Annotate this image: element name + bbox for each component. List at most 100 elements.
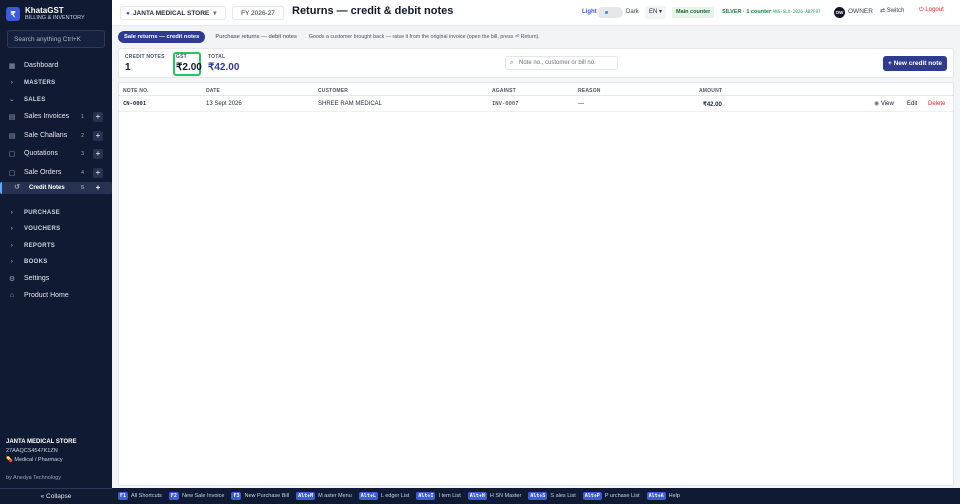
total-stat-label: TOTAL bbox=[208, 54, 226, 60]
page-title: Returns — credit & debit notes bbox=[292, 5, 454, 17]
notes-search-input[interactable]: ⌕ Note no., customer or bill no. bbox=[505, 56, 618, 70]
order-icon: ▢ bbox=[8, 169, 16, 177]
sidebar-item-credit-notes[interactable]: ↺ Credit Notes 5 + bbox=[0, 182, 112, 194]
shortcut-key[interactable]: F1 bbox=[118, 492, 129, 500]
switch-button[interactable]: ⇄ Switch bbox=[880, 7, 904, 14]
sidebar-item-settings[interactable]: ⚙ Settings bbox=[0, 270, 112, 287]
reason-cell: — bbox=[578, 101, 584, 107]
sidebar-group-sales[interactable]: ⌄ SALES bbox=[0, 91, 112, 108]
shortcut-key[interactable]: F3 bbox=[231, 492, 242, 500]
tab-sale-returns[interactable]: Sale returns — credit notes bbox=[118, 30, 206, 43]
return-icon: ↺ bbox=[14, 184, 20, 191]
sidebar-group-purchase[interactable]: › PURCHASE bbox=[0, 204, 112, 221]
sidebar-group-reports[interactable]: › REPORTS bbox=[0, 237, 112, 254]
sidebar-item-sales-invoices[interactable]: ▤ Sales Invoices 1 + bbox=[0, 108, 112, 125]
sidebar-item-label: Sale Orders bbox=[24, 169, 62, 176]
plan-label: SILVER · 1 counter bbox=[722, 9, 772, 15]
store-info: JANTA MEDICAL STORE 27AAQCS4547K1ZN 💊 Me… bbox=[6, 438, 76, 465]
brand-title: KhataGST bbox=[25, 6, 64, 15]
shortcut-label: New Purchase Bill bbox=[244, 493, 290, 499]
delete-button[interactable]: Delete bbox=[925, 98, 948, 110]
shortcut-label: H SN Master bbox=[489, 493, 522, 499]
total-stat-value: ₹42.00 bbox=[208, 62, 240, 73]
shortcut-key[interactable]: F2 bbox=[168, 492, 179, 500]
counter-badge[interactable]: Main counter bbox=[672, 7, 715, 18]
sidebar-group-label: REPORTS bbox=[24, 242, 56, 249]
chevron-right-icon: › bbox=[10, 209, 14, 216]
sidebar-search-input[interactable]: Search anything Ctrl+K bbox=[7, 30, 105, 48]
shortcut-label: L edger List bbox=[380, 493, 410, 499]
sidebar-group-books[interactable]: › BOOKS bbox=[0, 253, 112, 270]
chevron-right-icon: › bbox=[10, 225, 14, 232]
logout-label: Logout bbox=[925, 7, 944, 13]
sidebar-item-label: Settings bbox=[24, 275, 50, 282]
view-button[interactable]: ◉ View bbox=[871, 98, 897, 110]
add-sale-order-button[interactable]: + bbox=[93, 167, 103, 178]
store-selector[interactable]: ● JANTA MEDICAL STORE ▾ bbox=[120, 6, 226, 20]
sidebar-group-label: SALES bbox=[24, 96, 46, 103]
sidebar-item-dashboard[interactable]: ▦ Dashboard bbox=[0, 57, 112, 74]
sidebar-item-label: Product Home bbox=[24, 292, 69, 299]
count-badge: 3 bbox=[80, 150, 84, 157]
sidebar-group-vouchers[interactable]: › VOUCHERS bbox=[0, 220, 112, 237]
quotation-icon: ▢ bbox=[8, 150, 16, 158]
fy-selector[interactable]: FY 2026-27 bbox=[232, 6, 284, 20]
date-cell: 13 Sept 2026 bbox=[206, 101, 242, 107]
gstin: 27AAQCS4547K1ZN bbox=[6, 448, 58, 454]
brand: ₹ KhataGST BILLING & INVENTORY bbox=[6, 6, 85, 22]
new-credit-note-button[interactable]: + New credit note bbox=[883, 56, 947, 71]
avatar[interactable]: OW bbox=[834, 7, 845, 18]
hint-text: Goods a customer brought back — raise it… bbox=[308, 33, 540, 40]
topbar: ● JANTA MEDICAL STORE ▾ FY 2026-27 Retur… bbox=[112, 0, 960, 26]
store-category: Medical / Pharmacy bbox=[14, 457, 63, 463]
shortcut-key[interactable]: Alt+S bbox=[528, 492, 548, 500]
add-quotation-button[interactable]: + bbox=[93, 148, 103, 159]
shortcut-label: I tem List bbox=[438, 493, 461, 499]
shortcut-key[interactable]: Alt+I bbox=[416, 492, 436, 500]
store-name: JANTA MEDICAL STORE bbox=[6, 439, 77, 445]
tab-purchase-returns[interactable]: Purchase returns — debit notes bbox=[209, 31, 303, 43]
shortcut-label: Help bbox=[668, 493, 680, 499]
column-header-date: DATE bbox=[206, 88, 221, 94]
sidebar-item-quotations[interactable]: ▢ Quotations 3 + bbox=[0, 145, 112, 162]
count-badge: 2 bbox=[80, 132, 84, 139]
count-badge: 1 bbox=[80, 113, 84, 120]
shortcut-label: New Sale Invoice bbox=[181, 493, 225, 499]
chevron-right-icon: › bbox=[10, 79, 14, 86]
shortcut-key[interactable]: Alt+L bbox=[358, 492, 378, 500]
shortcut-key[interactable]: Alt+M bbox=[296, 492, 316, 500]
column-header-note-no: NOTE NO. bbox=[123, 88, 149, 94]
role-label: OWNER bbox=[848, 8, 873, 15]
sidebar-item-product-home[interactable]: ⌂ Product Home bbox=[0, 287, 112, 304]
language-select[interactable]: EN ▾ bbox=[645, 6, 667, 19]
dot-icon: ● bbox=[126, 9, 130, 17]
switch-icon: ⇄ bbox=[880, 8, 886, 14]
sidebar-group-masters[interactable]: › MASTERS bbox=[0, 74, 112, 91]
search-icon: ⌕ bbox=[510, 60, 514, 66]
add-sales-invoice-button[interactable]: + bbox=[93, 111, 103, 122]
shortcut-label: M aster Menu bbox=[318, 493, 352, 499]
sidebar-item-label: Sales Invoices bbox=[24, 113, 70, 120]
shortcut-key[interactable]: Alt+H bbox=[467, 492, 487, 500]
sidebar-item-sale-challans[interactable]: ▤ Sale Challans 2 + bbox=[0, 127, 112, 144]
sidebar-group-label: PURCHASE bbox=[24, 209, 61, 216]
store-selector-label: JANTA MEDICAL STORE bbox=[132, 9, 210, 17]
byline: by Anedya Technology bbox=[6, 475, 61, 481]
add-sale-challan-button[interactable]: + bbox=[93, 130, 103, 141]
amount-cell: ₹42.00 bbox=[703, 102, 722, 108]
gst-stat-label: GST bbox=[176, 54, 187, 60]
return-type-tabs: Sale returns — credit notes Purchase ret… bbox=[118, 30, 540, 43]
against-cell: INV-0007 bbox=[492, 101, 519, 107]
shortcut-key[interactable]: Alt+P bbox=[582, 492, 602, 500]
logout-button[interactable]: ⏻ Logout bbox=[919, 7, 944, 14]
table-row[interactable]: CN-0001 13 Sept 2026 SHREE RAM MEDICAL I… bbox=[119, 96, 953, 112]
credit-notes-table: NOTE NO. DATE CUSTOMER AGAINST REASON AM… bbox=[118, 82, 954, 486]
collapse-button[interactable]: « Collapse bbox=[0, 488, 112, 504]
shortcut-key[interactable]: Alt+A bbox=[646, 492, 666, 500]
add-credit-note-button[interactable]: + bbox=[93, 183, 103, 193]
theme-toggle[interactable] bbox=[597, 7, 623, 18]
edit-button[interactable]: Edit bbox=[904, 98, 920, 110]
sidebar-item-sale-orders[interactable]: ▢ Sale Orders 4 + bbox=[0, 164, 112, 181]
sidebar-group-label: BOOKS bbox=[24, 258, 48, 265]
plan-code: ANS-SLV-2026-AB7F97 bbox=[772, 9, 821, 14]
